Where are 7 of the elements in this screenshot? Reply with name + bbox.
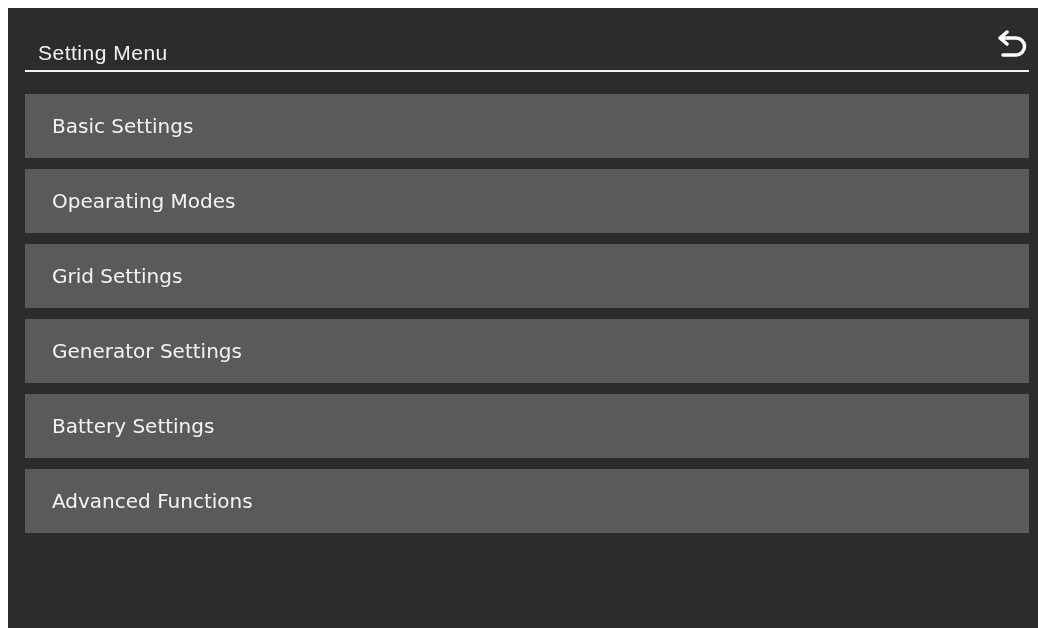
menu-item[interactable]: Grid Settings bbox=[25, 244, 1029, 308]
menu-item[interactable]: Generator Settings bbox=[25, 319, 1029, 383]
menu-item[interactable]: Advanced Functions bbox=[25, 469, 1029, 533]
menu-item[interactable]: Opearating Modes bbox=[25, 169, 1029, 233]
menu-title: Setting Menu bbox=[38, 41, 168, 66]
menu-item[interactable]: Battery Settings bbox=[25, 394, 1029, 458]
menu-item[interactable]: Basic Settings bbox=[25, 94, 1029, 158]
